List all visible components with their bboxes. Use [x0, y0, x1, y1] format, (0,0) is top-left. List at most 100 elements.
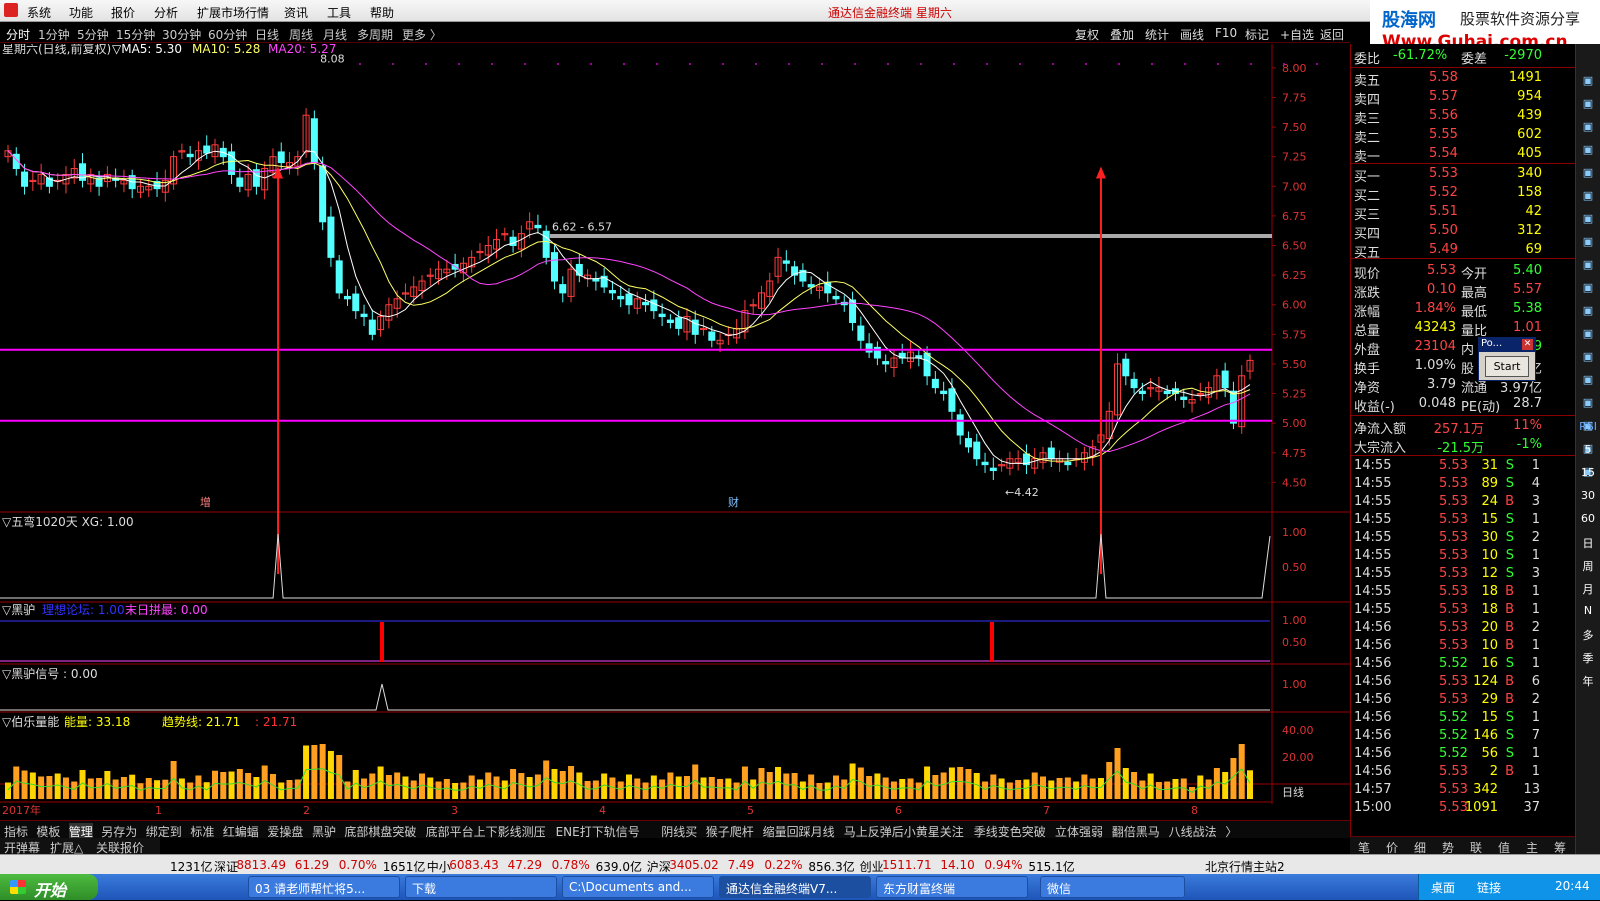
menu-item-tools[interactable]: 工具	[327, 4, 351, 21]
volume-bar	[775, 767, 782, 799]
period-tab-multi[interactable]: 多周期	[357, 26, 393, 43]
date-tick-label: 6	[895, 804, 902, 817]
weibi-row: 委比 -61.72% 委差 -2970	[1354, 48, 1542, 67]
top-dot	[491, 63, 493, 65]
tool-icon[interactable]: ▣	[1579, 166, 1597, 182]
tool-icon[interactable]: ▣	[1579, 143, 1597, 159]
taskbar-task[interactable]: C:\Documents and...	[562, 876, 714, 898]
candle	[1163, 390, 1171, 395]
period-tab-15min[interactable]: 15分钟	[116, 26, 155, 43]
tool-icon[interactable]: ▣	[1579, 189, 1597, 205]
period-tab-month[interactable]: 月线	[323, 26, 347, 43]
top-dot	[623, 63, 625, 65]
formula-tab[interactable]: 黑驴	[312, 823, 336, 840]
formula-tab[interactable]: 〉	[1225, 823, 1237, 840]
sidebar-period-年[interactable]: 年	[1579, 673, 1597, 689]
sidebar-period-周[interactable]: 周	[1579, 558, 1597, 574]
sidebar-period-5[interactable]: 5	[1579, 443, 1597, 459]
menu-item-function[interactable]: 功能	[69, 4, 93, 21]
formula-tab[interactable]: 翻倍黑马	[1112, 823, 1160, 840]
stats-button[interactable]: 统计	[1145, 26, 1169, 43]
formula-tab[interactable]: 底部棋盘突破	[344, 823, 416, 840]
back-button[interactable]: 返回	[1320, 26, 1344, 43]
f10-button[interactable]: F10	[1215, 26, 1237, 40]
sidebar-period-多[interactable]: 多	[1579, 627, 1597, 643]
sidebar-period-RSI[interactable]: RSI	[1579, 420, 1597, 436]
tool-icon[interactable]: ▣	[1579, 373, 1597, 389]
period-tab-week[interactable]: 周线	[289, 26, 313, 43]
candle	[327, 216, 335, 258]
tool-icon[interactable]: ▣	[1579, 74, 1597, 90]
formula-tab[interactable]: 季线变色突破	[974, 823, 1046, 840]
formula-tab[interactable]: 立体强弱	[1055, 823, 1103, 840]
overlay-button[interactable]: 叠加	[1110, 26, 1134, 43]
formula-tab[interactable]: 爱操盘	[267, 823, 303, 840]
taskbar-task[interactable]: 微信	[1040, 876, 1185, 898]
sidebar-period-季[interactable]: 季	[1579, 650, 1597, 666]
menu-item-ext-market[interactable]: 扩展市场行情	[197, 4, 269, 21]
draw-button[interactable]: 画线	[1180, 26, 1204, 43]
period-tab-5min[interactable]: 5分钟	[77, 26, 109, 43]
menu-item-help[interactable]: 帮助	[370, 4, 394, 21]
tool-icon[interactable]: ▣	[1579, 258, 1597, 274]
tool-icon[interactable]: ▣	[1579, 281, 1597, 297]
period-tab-60min[interactable]: 60分钟	[208, 26, 247, 43]
formula-tab[interactable]: 缩量回踩月线	[763, 823, 835, 840]
start-button[interactable]: 开始	[0, 874, 98, 900]
taskbar-task[interactable]: 东方财富终端	[876, 876, 1028, 898]
volume-bar	[1056, 778, 1063, 799]
tick-row: 14:56 5.53 10 B 1	[1354, 638, 1540, 653]
tool-icon[interactable]: ▣	[1579, 212, 1597, 228]
start-button[interactable]: Start	[1485, 356, 1529, 377]
period-tab-day[interactable]: 日线	[255, 26, 279, 43]
formula-tab[interactable]: 八线战法	[1169, 823, 1217, 840]
kline-chart[interactable]: 8.00 7.75 7.50 7.25 7.00 6.75 6.50 6.25 6.00 5.75…	[0, 44, 1350, 842]
period-tab-1min[interactable]: 1分钟	[38, 26, 70, 43]
menu-item-news[interactable]: 资讯	[284, 4, 308, 21]
tool-icon[interactable]: ▣	[1579, 350, 1597, 366]
windows-logo-icon	[10, 880, 26, 894]
candle	[559, 284, 567, 294]
tool-icon[interactable]: ▣	[1579, 97, 1597, 113]
formula-tab[interactable]: ENE打下轨信号	[556, 823, 640, 840]
formula-tab[interactable]: 红蝙蝠	[223, 823, 259, 840]
period-tab-timeshare[interactable]: 分时	[6, 26, 30, 43]
tray-desktop[interactable]: 桌面	[1431, 879, 1455, 896]
close-icon[interactable]: ✕	[1522, 339, 1533, 350]
adjust-button[interactable]: 复权	[1075, 26, 1099, 43]
menu-item-analysis[interactable]: 分析	[154, 4, 178, 21]
formula-tab[interactable]: 猴子爬杆	[706, 823, 754, 840]
tray-links[interactable]: 链接	[1477, 879, 1501, 896]
volume-bar	[1247, 770, 1253, 799]
sidebar-period-日[interactable]: 日	[1579, 535, 1597, 551]
tick-row: 14:55 5.53 30 S 2	[1354, 530, 1540, 545]
period-tab-more[interactable]: 更多 〉	[402, 26, 442, 43]
tool-icon[interactable]: ▣	[1579, 120, 1597, 136]
sidebar-period-N[interactable]: N	[1579, 604, 1597, 620]
formula-tab[interactable]: 底部平台上下影线测压	[426, 823, 546, 840]
mark-cai: 财	[728, 495, 739, 509]
volume-bar	[592, 780, 599, 799]
mark-button[interactable]: 标记	[1245, 26, 1269, 43]
menu-item-system[interactable]: 系统	[27, 4, 51, 21]
price-tick-label: 4.50	[1282, 476, 1307, 489]
tool-icon[interactable]: ▣	[1579, 304, 1597, 320]
taskbar-task[interactable]: 通达信金融终端V7...	[719, 876, 871, 898]
sidebar-period-15[interactable]: 15	[1579, 466, 1597, 482]
taskbar-task[interactable]: 03 请老师帮忙将5...	[248, 876, 400, 898]
tool-icon[interactable]: ▣	[1579, 327, 1597, 343]
formula-tab[interactable]: 阴线买	[661, 823, 697, 840]
sidebar-period-月[interactable]: 月	[1579, 581, 1597, 597]
period-tab-30min[interactable]: 30分钟	[162, 26, 201, 43]
date-tick-label: 8	[1191, 804, 1198, 817]
tool-icon[interactable]: ▣	[1579, 396, 1597, 412]
taskbar-task[interactable]: 下载	[405, 876, 557, 898]
add-watchlist-button[interactable]: +自选	[1280, 26, 1314, 43]
formula-tab[interactable]: 标准	[190, 823, 214, 840]
sidebar-period-30[interactable]: 30	[1579, 489, 1597, 505]
tool-icon[interactable]: ▣	[1579, 235, 1597, 251]
menu-item-quote[interactable]: 报价	[111, 4, 135, 21]
sidebar-period-60[interactable]: 60	[1579, 512, 1597, 528]
candle	[973, 441, 981, 460]
formula-tab[interactable]: 马上反弹后小黄星关注	[844, 823, 964, 840]
